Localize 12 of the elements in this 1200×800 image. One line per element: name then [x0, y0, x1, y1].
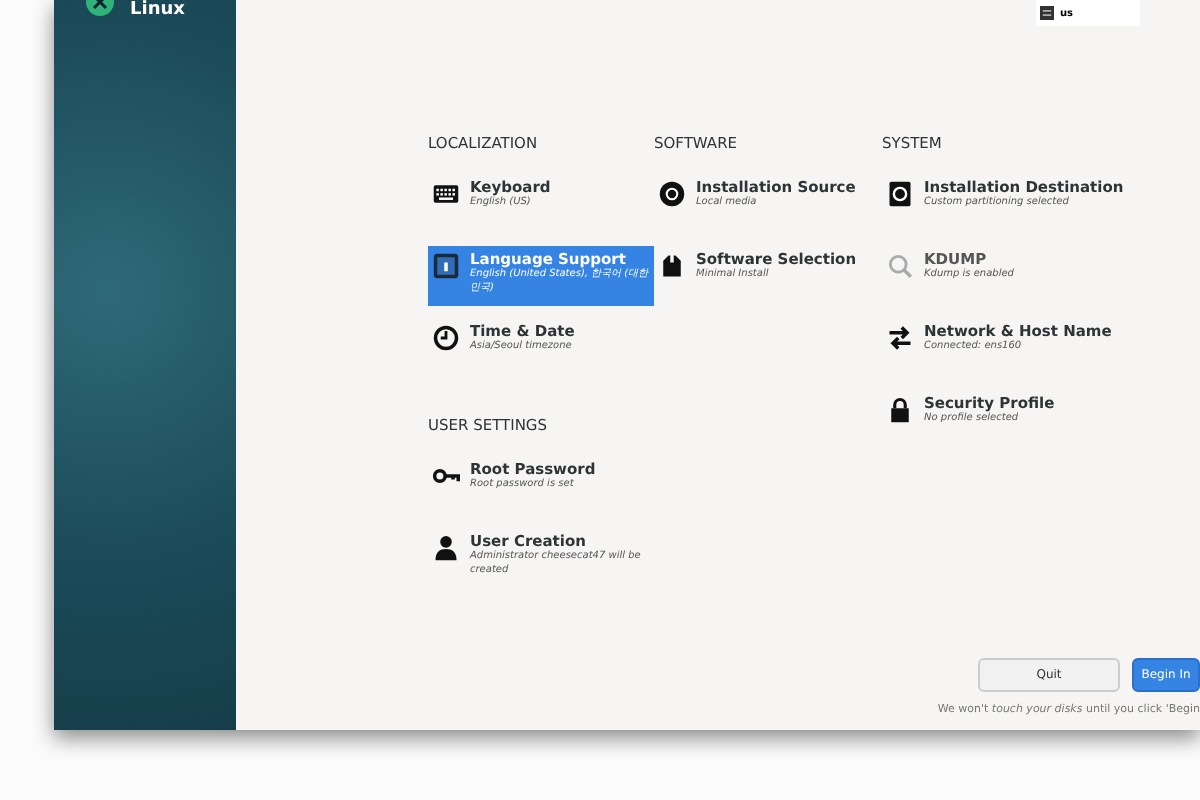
drive-icon	[886, 180, 914, 208]
package-icon	[658, 252, 686, 280]
logo-text: Linux	[130, 0, 185, 20]
arrows-icon	[886, 324, 914, 352]
keyboard-icon	[1040, 6, 1054, 20]
search-icon	[886, 252, 914, 280]
person-icon	[432, 534, 460, 562]
lock-icon	[886, 396, 914, 424]
language-icon	[432, 252, 460, 280]
disc-icon	[658, 180, 686, 208]
keyboard-icon	[432, 180, 460, 208]
clock-icon	[432, 324, 460, 352]
